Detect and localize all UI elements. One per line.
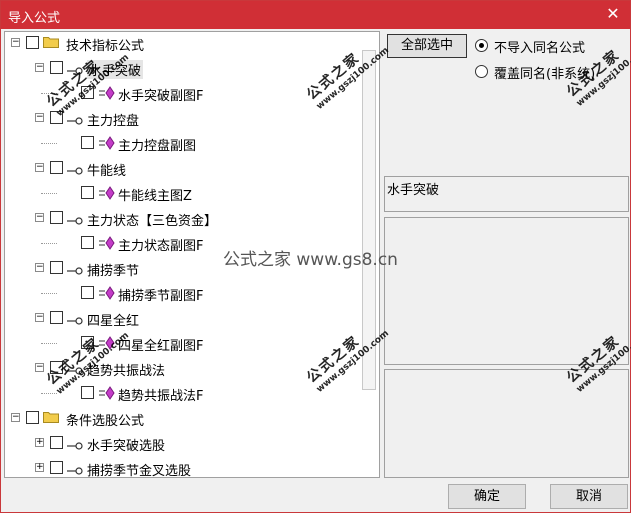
tree-sub-item[interactable]: 四星全红副图F [5,332,360,354]
expander-toggle[interactable]: − [35,313,44,322]
formula-description-box [384,217,629,365]
tree-connector [41,293,57,294]
formula-gem-icon [99,236,115,250]
tree-group[interactable]: − 条件选股公式 [5,407,360,429]
tree-item-label: 主力状态【三色资金】 [87,214,218,229]
tree-item[interactable]: + 水手突破选股 [5,432,360,454]
expander-toggle[interactable]: + [35,438,44,447]
tree-checkbox[interactable] [50,461,63,474]
tree-item-label: 捕捞季节副图F [118,289,204,304]
formula-gem-icon [99,386,115,400]
tree-item[interactable]: − 水手突破 [5,57,360,79]
center-watermark: 公式之家 www.gs8.cn [223,250,398,270]
formula-gem-icon [99,86,115,100]
tree-checkbox[interactable] [50,436,63,449]
tree-item-label: 水手突破选股 [87,439,166,454]
import-formula-dialog: 导入公式 ✕ − 技术指标公式 − 水手突破 水手突破副图F − 主力控盘 主力控盘副图 − 牛能… [0,0,631,513]
formula-gem-icon [99,186,115,200]
tree-connector [41,193,57,194]
tree-group[interactable]: − 技术指标公式 [5,32,360,54]
cancel-button[interactable]: 取消 [550,484,628,509]
tree-item-label: 捕捞季节金叉选股 [87,464,192,478]
tree-checkbox[interactable] [81,386,94,399]
tree-checkbox[interactable] [50,261,63,274]
key-icon [67,114,83,125]
radio-skip-duplicates[interactable] [475,39,488,52]
tree-item-label: 主力控盘 [87,114,140,129]
formula-name-box: 水手突破 [384,176,629,212]
key-icon [67,314,83,325]
tree-item[interactable]: − 牛能线 [5,157,360,179]
tree-item[interactable]: − 四星全红 [5,307,360,329]
tree-item-label: 主力控盘副图 [118,139,197,154]
tree-checkbox[interactable] [26,411,39,424]
expander-toggle[interactable]: − [35,163,44,172]
key-icon [67,439,83,450]
tree-item-label: 牛能线主图Z [118,189,192,204]
key-icon [67,214,83,225]
tree-sub-item[interactable]: 捕捞季节副图F [5,282,360,304]
dialog-title: 导入公式 [8,11,61,26]
tree-checkbox[interactable] [81,136,94,149]
tree-item[interactable]: + 捕捞季节金叉选股 [5,457,360,478]
expander-toggle[interactable]: − [11,38,20,47]
tree-item-label: 主力状态副图F [118,239,204,254]
key-icon [67,464,83,475]
tree-checkbox[interactable] [50,161,63,174]
tree-connector [41,243,57,244]
radio-overwrite-duplicates[interactable] [475,65,488,78]
formula-name-text: 水手突破 [387,183,440,198]
expander-toggle[interactable]: − [35,63,44,72]
expander-toggle[interactable]: − [35,213,44,222]
formula-gem-icon [99,286,115,300]
tree-item-label: 趋势共振战法F [118,389,204,404]
tree-item[interactable]: − 主力状态【三色资金】 [5,207,360,229]
folder-icon [43,411,59,423]
formula-gem-icon [99,136,115,150]
ok-button[interactable]: 确定 [448,484,526,509]
tree-sub-item[interactable]: 主力控盘副图 [5,132,360,154]
title-bar: 导入公式 ✕ [1,1,630,29]
tree-checkbox[interactable] [50,211,63,224]
tree-checkbox[interactable] [81,236,94,249]
expander-toggle[interactable]: − [11,413,20,422]
select-all-button[interactable]: 全部选中 [387,34,467,58]
tree-item-label: 条件选股公式 [66,414,145,429]
tree-item-label: 水手突破副图F [118,89,204,104]
tree-checkbox[interactable] [50,61,63,74]
tree-checkbox[interactable] [50,311,63,324]
key-icon [67,164,83,175]
expander-toggle[interactable]: − [35,263,44,272]
tree-item-label: 牛能线 [87,164,127,179]
folder-icon [43,36,59,48]
tree-connector [41,343,57,344]
tree-checkbox[interactable] [26,36,39,49]
tree-checkbox[interactable] [81,186,94,199]
expander-toggle[interactable]: − [35,363,44,372]
tree-connector [41,143,57,144]
expander-toggle[interactable]: + [35,463,44,472]
tree-checkbox[interactable] [81,286,94,299]
tree-item-label: 捕捞季节 [87,264,140,279]
expander-toggle[interactable]: − [35,113,44,122]
tree-sub-item[interactable]: 牛能线主图Z [5,182,360,204]
key-icon [67,264,83,275]
close-icon[interactable]: ✕ [604,5,622,23]
tree-connector [41,393,57,394]
radio-skip-duplicates-label: 不导入同名公式 [494,41,586,56]
